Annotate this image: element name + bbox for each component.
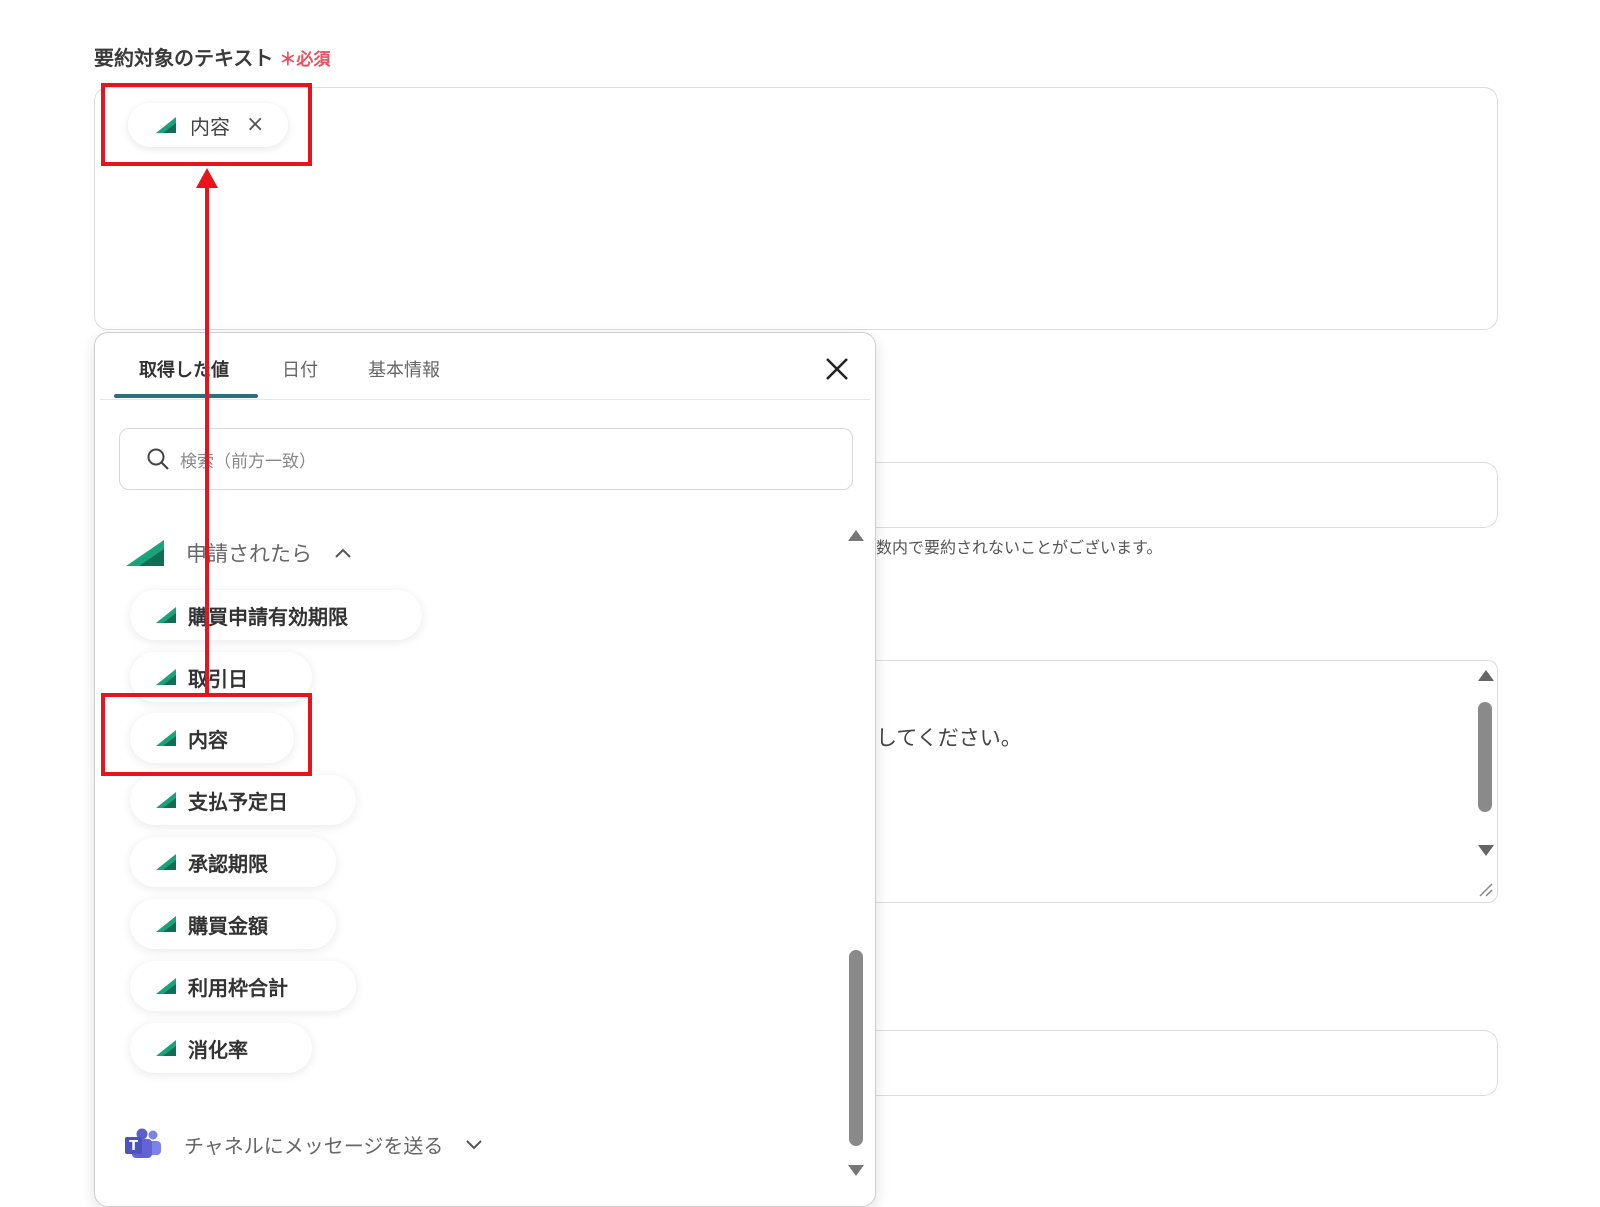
field-label-text: 要約対象のテキスト [94, 46, 274, 70]
resize-handle-icon[interactable] [1476, 880, 1494, 898]
tab-divider [100, 399, 870, 400]
item-label: 支払予定日 [188, 789, 288, 814]
field-label: 要約対象のテキスト ＊必須 [94, 42, 330, 71]
app-logo-icon [156, 792, 176, 808]
search-input[interactable]: 検索（前方一致） [119, 428, 853, 490]
tab-acquired-values[interactable]: 取得した値 [139, 356, 229, 382]
scrollbar-thumb[interactable] [849, 950, 863, 1146]
bg-scroll-down-icon[interactable] [1478, 845, 1494, 856]
teams-group-title: チャネルにメッセージを送る [184, 1133, 444, 1158]
group-header-application[interactable]: 申請されたら [126, 538, 352, 568]
app-logo-icon [156, 854, 176, 870]
list-item[interactable]: 消化率 [130, 1023, 312, 1073]
tab-date[interactable]: 日付 [282, 356, 318, 382]
teams-icon: T [125, 1128, 161, 1158]
item-label: 承認期限 [188, 851, 268, 876]
bg-prompt-text: してください。 [876, 726, 1022, 750]
tab-basic-info[interactable]: 基本情報 [368, 356, 440, 382]
search-placeholder: 検索（前方一致） [180, 451, 316, 472]
chevron-up-icon[interactable] [334, 547, 352, 559]
bg-help-note: 数内で要約されないことがございます。 [876, 538, 1163, 557]
annotation-box-item [101, 693, 312, 776]
bg-scroll-up-icon[interactable] [1478, 670, 1494, 681]
scroll-down-icon[interactable] [848, 1165, 864, 1176]
item-label: 購買申請有効期限 [188, 604, 348, 629]
item-label: 取引日 [188, 666, 248, 691]
app-logo-icon [156, 669, 176, 685]
active-tab-indicator [114, 394, 258, 398]
annotation-box-chip [101, 83, 312, 166]
app-logo-icon [156, 1040, 176, 1056]
bg-scrollbar-thumb[interactable] [1478, 702, 1492, 812]
list-item[interactable]: 利用枠合計 [130, 961, 356, 1011]
bg-input-field[interactable] [840, 462, 1498, 528]
annotation-arrow-line [205, 186, 209, 694]
search-icon [147, 448, 169, 470]
group-header-teams[interactable]: T チャネルにメッセージを送る [124, 1128, 483, 1160]
annotation-arrowhead [196, 168, 218, 188]
close-icon[interactable] [822, 354, 852, 384]
list-item[interactable]: 承認期限 [130, 837, 336, 887]
svg-text:T: T [129, 1139, 138, 1154]
app-logo-icon [156, 607, 176, 623]
list-item[interactable]: 購買申請有効期限 [130, 590, 422, 640]
app-logo-icon [156, 978, 176, 994]
required-badge: ＊必須 [279, 50, 331, 70]
item-label: 利用枠合計 [188, 975, 288, 1000]
scroll-up-icon[interactable] [848, 530, 864, 541]
bg-prompt-textarea[interactable] [840, 660, 1498, 903]
bg-input-field-2[interactable] [840, 1030, 1498, 1096]
list-item[interactable]: 支払予定日 [130, 775, 356, 825]
app-logo-icon [126, 540, 164, 566]
item-label: 購買金額 [188, 913, 268, 938]
list-item[interactable]: 購買金額 [130, 899, 336, 949]
app-logo-icon [156, 916, 176, 932]
item-label: 消化率 [188, 1037, 248, 1062]
chevron-down-icon[interactable] [465, 1138, 483, 1150]
